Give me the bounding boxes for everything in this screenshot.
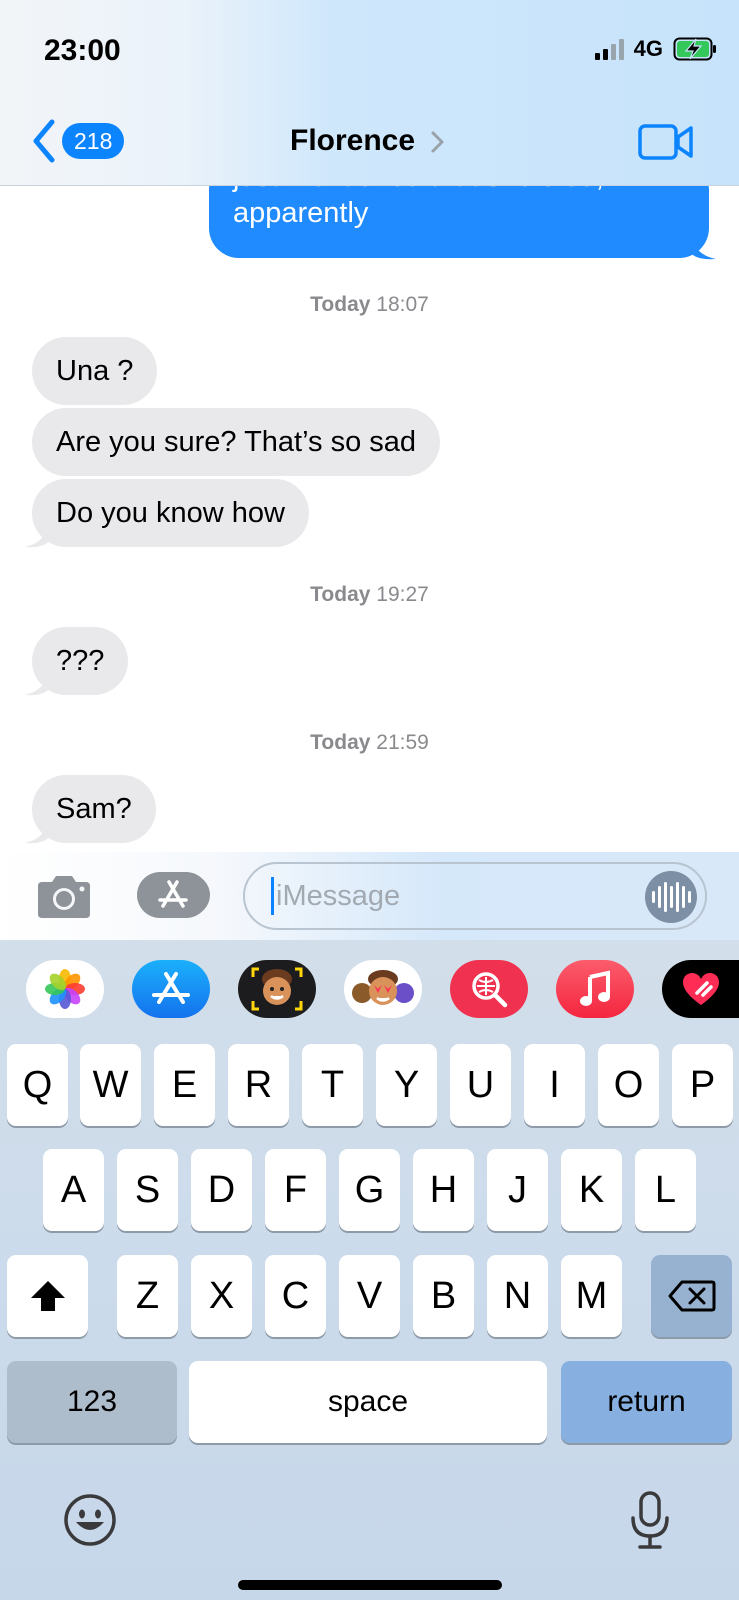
key-k[interactable]: K	[561, 1149, 622, 1231]
photos-app-button[interactable]	[26, 960, 104, 1018]
received-message-bubble[interactable]: Are you sure? That’s so sad	[32, 408, 441, 476]
conversation-header: 23:00 4G 218 Florence	[0, 0, 739, 186]
timestamp-time: 18:07	[376, 293, 429, 316]
key-m[interactable]: M	[561, 1255, 622, 1337]
message-timestamp: Today 21:59	[0, 731, 739, 755]
received-bubble-tail	[24, 668, 50, 696]
music-note-icon	[580, 970, 610, 1006]
imessage-field[interactable]	[243, 862, 707, 930]
key-b[interactable]: B	[413, 1255, 474, 1337]
key-o[interactable]: O	[598, 1044, 659, 1126]
status-indicators: 4G	[594, 36, 717, 62]
home-indicator[interactable]	[238, 1580, 502, 1590]
dictation-mic-icon[interactable]	[628, 1490, 672, 1550]
key-a[interactable]: A	[43, 1149, 104, 1231]
key-v[interactable]: V	[339, 1255, 400, 1337]
app-store-icon	[152, 972, 190, 1004]
key-d[interactable]: D	[191, 1149, 252, 1231]
battery-charging-icon	[673, 37, 716, 61]
memoji-app-button[interactable]	[238, 960, 316, 1018]
message-input-bar	[0, 852, 739, 940]
contact-name[interactable]: Florence	[290, 124, 415, 158]
imessage-input[interactable]	[276, 879, 616, 913]
digital-touch-app-button[interactable]	[662, 960, 739, 1018]
delete-key[interactable]	[651, 1255, 732, 1337]
key-i[interactable]: I	[524, 1044, 585, 1126]
key-h[interactable]: H	[413, 1149, 474, 1231]
memoji-icon	[251, 967, 303, 1011]
app-store-app-button[interactable]	[132, 960, 210, 1018]
key-g[interactable]: G	[339, 1149, 400, 1231]
key-t[interactable]: T	[302, 1044, 363, 1126]
back-unread-badge[interactable]: 218	[62, 123, 125, 159]
sent-message-line: apparently	[233, 197, 369, 229]
contact-details-chevron-icon[interactable]	[430, 130, 446, 154]
music-app-button[interactable]	[556, 960, 634, 1018]
key-y[interactable]: Y	[376, 1044, 437, 1126]
key-f[interactable]: F	[265, 1149, 326, 1231]
network-type: 4G	[633, 36, 663, 61]
memoji-stickers-icon	[352, 970, 414, 1005]
key-x[interactable]: X	[191, 1255, 252, 1337]
key-j[interactable]: J	[487, 1149, 548, 1231]
timestamp-time: 21:59	[376, 731, 429, 754]
key-c[interactable]: C	[265, 1255, 326, 1337]
message-timestamp: Today 18:07	[0, 293, 739, 317]
camera-icon[interactable]	[34, 872, 94, 920]
image-search-app-button[interactable]	[450, 960, 528, 1018]
received-bubble-tail	[24, 520, 50, 548]
key-z[interactable]: Z	[117, 1255, 178, 1337]
key-e[interactable]: E	[154, 1044, 215, 1126]
image-search-icon	[472, 972, 508, 1008]
timestamp-time: 19:27	[376, 583, 429, 606]
text-caret	[271, 877, 274, 915]
key-u[interactable]: U	[450, 1044, 511, 1126]
shift-arrow-icon	[30, 1281, 65, 1311]
numbers-key[interactable]: 123	[7, 1361, 177, 1443]
heart-icon	[682, 973, 719, 1005]
received-bubble-tail	[24, 816, 50, 844]
space-bar[interactable]: space	[189, 1361, 547, 1443]
photos-icon	[45, 969, 85, 1009]
key-w[interactable]: W	[80, 1044, 141, 1126]
back-chevron-icon[interactable]	[30, 118, 58, 164]
app-store-icon	[158, 880, 188, 908]
shift-key[interactable]	[7, 1255, 88, 1337]
timestamp-day: Today	[310, 293, 371, 316]
emoji-keyboard-icon[interactable]	[62, 1492, 118, 1548]
sent-bubble-tail	[690, 232, 716, 260]
cellular-signal-icon	[594, 38, 624, 60]
voice-message-button[interactable]	[645, 871, 697, 923]
received-message-bubble[interactable]: Do you know how	[32, 479, 309, 547]
app-drawer-edge	[186, 874, 210, 916]
timestamp-day: Today	[310, 731, 371, 754]
memoji-stickers-app-button[interactable]	[344, 960, 422, 1018]
key-l[interactable]: L	[635, 1149, 696, 1231]
return-key[interactable]: return	[561, 1361, 732, 1443]
received-message-bubble[interactable]: Sam?	[32, 775, 156, 843]
key-s[interactable]: S	[117, 1149, 178, 1231]
key-n[interactable]: N	[487, 1255, 548, 1337]
key-r[interactable]: R	[228, 1044, 289, 1126]
received-message-bubble[interactable]: Una ?	[32, 337, 158, 405]
keyboard: Q W E R T Y U I O P A S D F G H J K L Z …	[0, 940, 739, 1600]
backspace-icon	[668, 1280, 715, 1312]
imessage-app-strip	[0, 960, 739, 1020]
message-timestamp: Today 19:27	[0, 583, 739, 607]
status-time: 23:00	[44, 34, 121, 67]
timestamp-day: Today	[310, 583, 371, 606]
key-p[interactable]: P	[672, 1044, 733, 1126]
facetime-video-icon[interactable]	[638, 124, 694, 160]
key-q[interactable]: Q	[7, 1044, 68, 1126]
